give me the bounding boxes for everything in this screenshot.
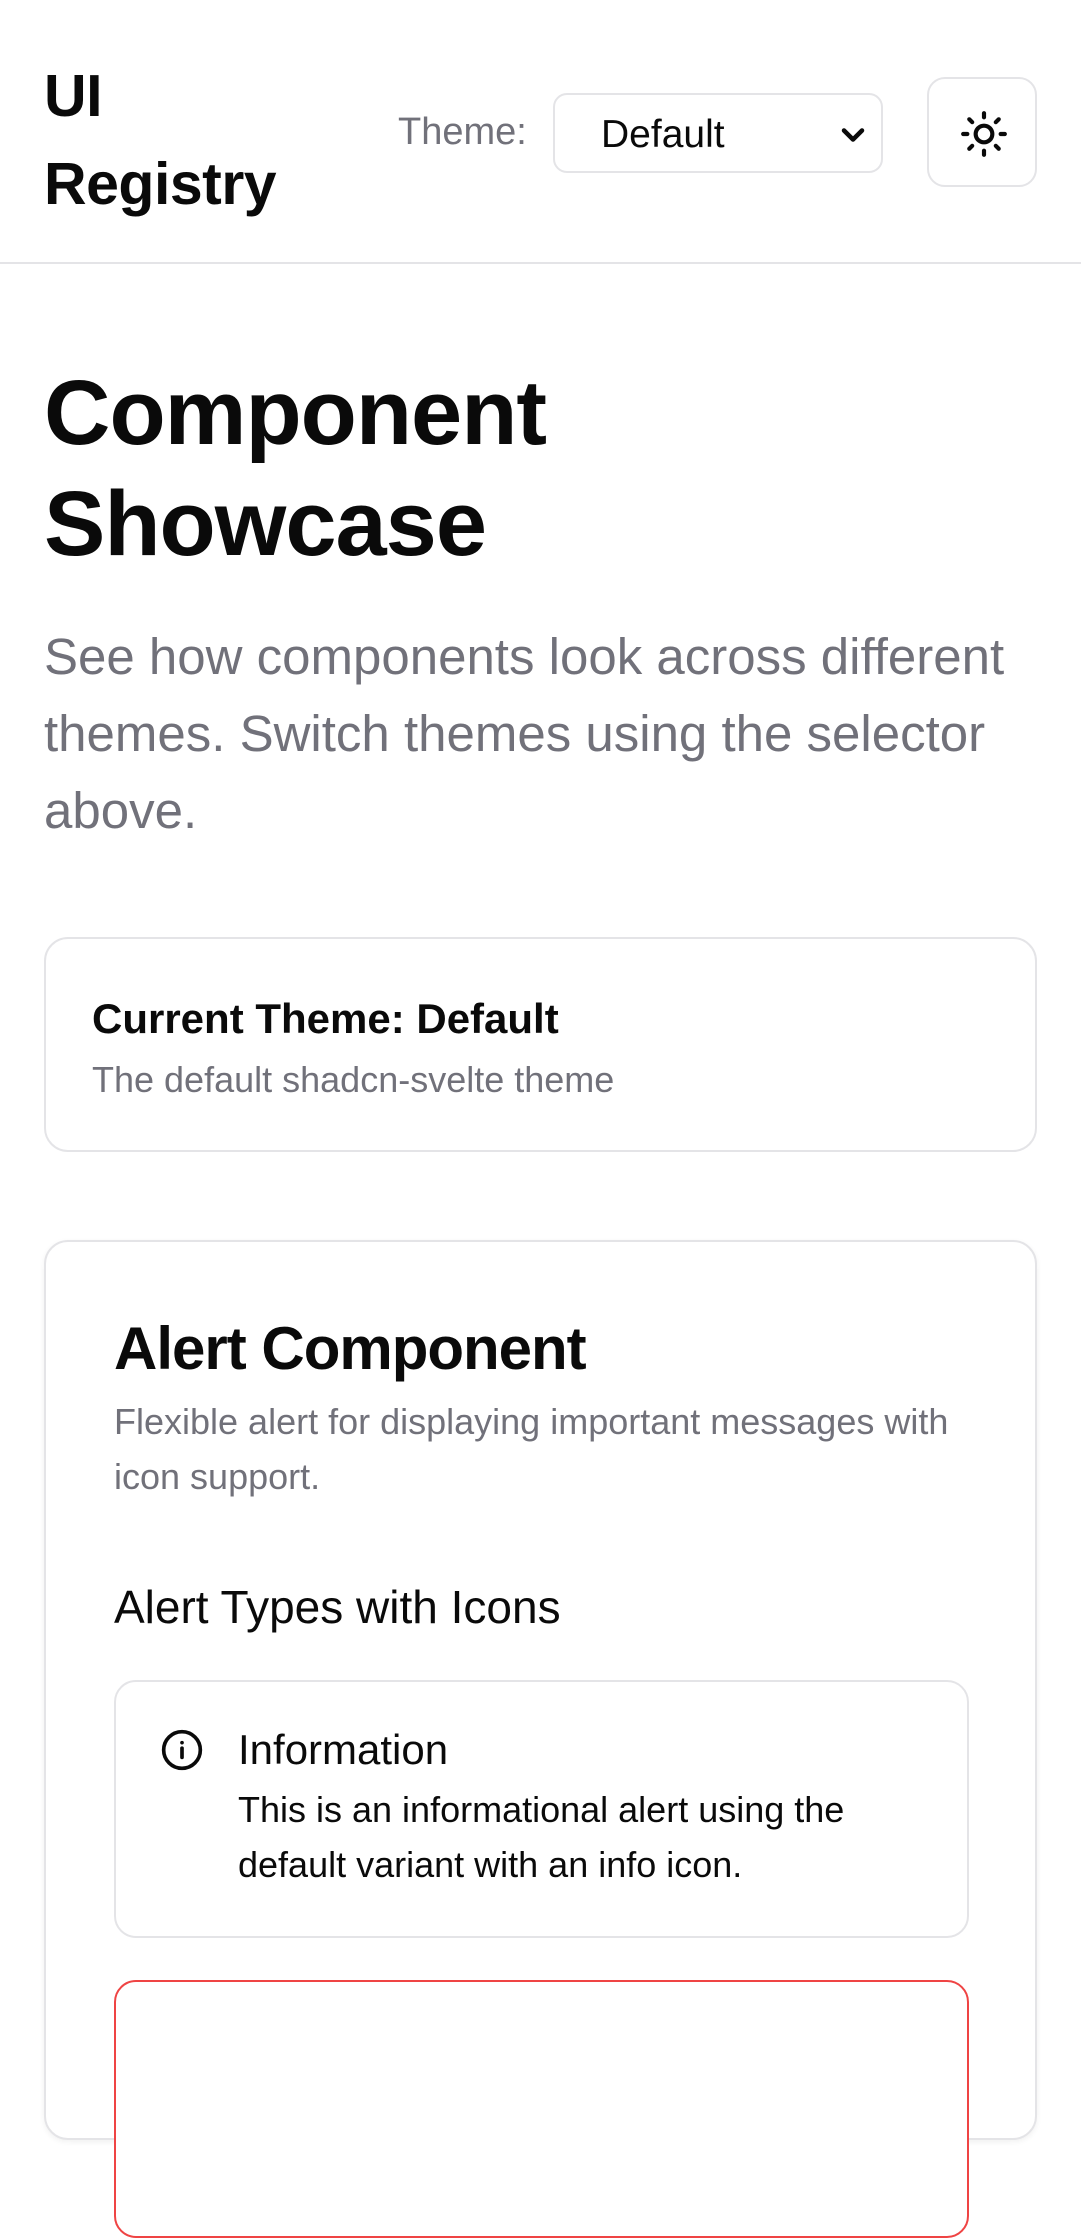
theme-select-value: Default [601,113,725,156]
info-icon [161,1729,203,1771]
alert-destructive [114,1980,969,2238]
sun-icon [961,111,1007,157]
theme-select[interactable]: Default [553,93,883,173]
subsection-title: Alert Types with Icons [114,1581,561,1633]
current-theme-title: Current Theme: Default [92,995,559,1042]
alert-information: Information This is an informational ale… [114,1680,969,1938]
alert-component-section: Alert Component Flexible alert for displ… [44,1240,1037,2238]
brand-logo-text[interactable]: UI Registry [44,52,344,228]
current-theme-card: Current Theme: Default The default shadc… [44,937,1037,1152]
section-description: Flexible alert for displaying important … [114,1401,949,1497]
section-title: Alert Component [114,1315,587,1382]
chevron-down-icon [841,128,865,142]
alert-title: Information [238,1726,449,1773]
site-header: UI Registry Theme: Default [0,0,1081,264]
page-title: Component Showcase [44,362,547,575]
alert-description: This is an informational alert using the… [238,1789,845,1885]
page-subtitle: See how components look across different… [44,628,1005,839]
current-theme-description: The default shadcn-svelte theme [92,1059,615,1100]
theme-label: Theme: [398,111,527,153]
theme-toggle-button[interactable] [927,77,1037,187]
